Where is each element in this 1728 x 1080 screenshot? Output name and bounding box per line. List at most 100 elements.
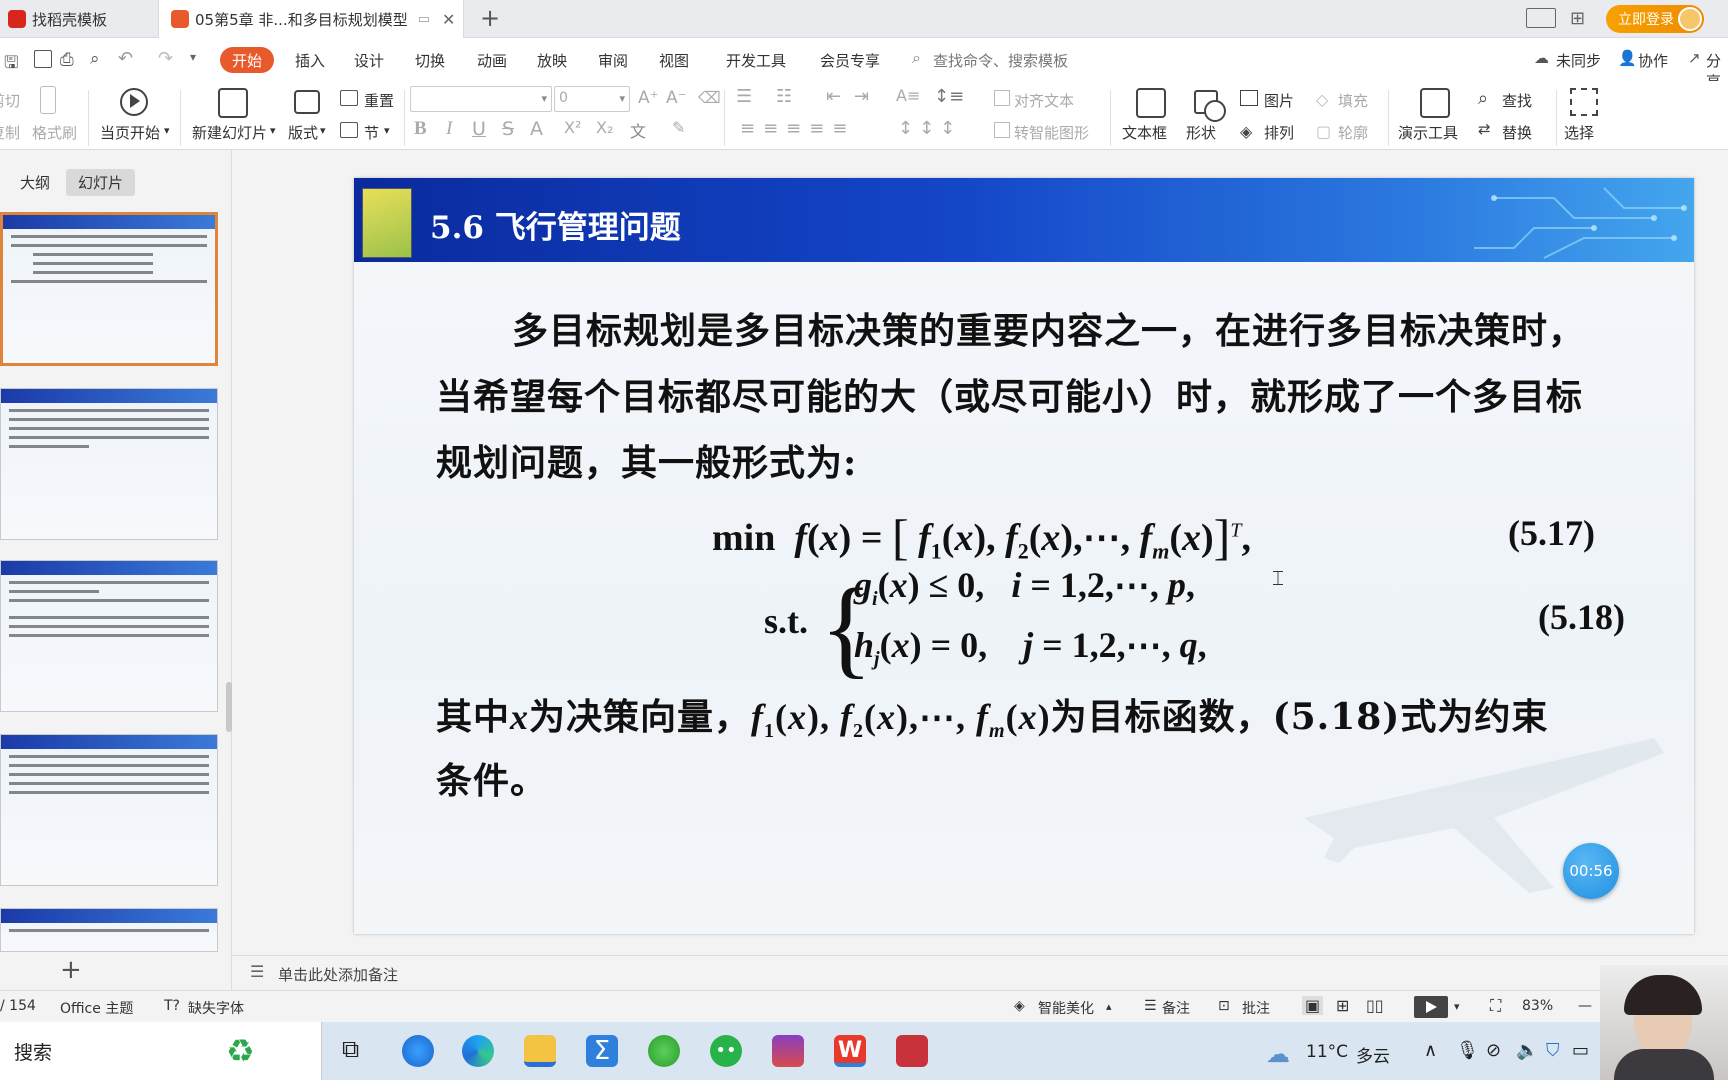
paragraph-align-icons[interactable]: ≡≡≡≡≡ — [740, 118, 855, 139]
normal-view-icon[interactable]: ▣ — [1302, 996, 1324, 1015]
export-icon[interactable] — [34, 50, 52, 68]
align-text-button[interactable]: 对齐文本 — [1014, 90, 1074, 111]
menu-insert[interactable]: 插入 — [295, 50, 325, 71]
play-slideshow-button[interactable] — [1414, 996, 1448, 1018]
slide-thumbnail[interactable] — [0, 560, 218, 712]
file-explorer-icon[interactable] — [524, 1035, 556, 1067]
slide-canvas[interactable]: 5.6 飞行管理问题 多目标规划是多目标决策的重要内容之一，在进行多目标决策时，… — [354, 178, 1694, 934]
format-painter-button[interactable]: 格式刷 — [32, 122, 77, 143]
play-from-current-button[interactable]: 当页开始 — [100, 122, 160, 143]
arrange-button[interactable]: 排列 — [1264, 122, 1294, 143]
sync-status[interactable]: 未同步 — [1556, 50, 1601, 71]
menu-view[interactable]: 视图 — [659, 50, 689, 71]
decrease-indent-icon[interactable]: ⇤ — [826, 86, 841, 107]
replace-button[interactable]: 替换 — [1502, 122, 1532, 143]
undo-icon[interactable]: ↶ — [118, 48, 133, 69]
menu-member[interactable]: 会员专享 — [820, 50, 880, 71]
weather-temp[interactable]: 11°C — [1306, 1042, 1348, 1062]
copy-button[interactable]: 复制 — [0, 122, 20, 143]
weather-condition[interactable]: 多云 — [1356, 1042, 1390, 1067]
recording-timer[interactable]: 00:56 — [1563, 843, 1619, 899]
picture-button[interactable]: 图片 — [1264, 90, 1294, 111]
reading-view-icon[interactable]: ▯▯ — [1366, 996, 1384, 1015]
highlight-icon[interactable]: ✎ — [672, 118, 685, 137]
presentation-tools-button[interactable]: 演示工具 — [1398, 122, 1458, 143]
chevron-down-icon[interactable]: ▾ — [1454, 1000, 1460, 1013]
battery-icon[interactable]: ▭ — [1572, 1040, 1589, 1061]
italic-icon[interactable]: I — [446, 118, 452, 140]
zoom-out-icon[interactable]: — — [1578, 998, 1592, 1014]
slide-thumbnail[interactable] — [0, 388, 218, 540]
save-icon[interactable]: 🖫 — [4, 50, 18, 79]
redo-icon[interactable]: ↷ — [158, 48, 173, 69]
fit-window-icon[interactable]: ⛶ — [1490, 996, 1501, 1016]
slide-sorter-icon[interactable]: ⊞ — [1336, 996, 1349, 1015]
section-button[interactable]: 节 — [364, 122, 379, 143]
zoom-level[interactable]: 83% — [1522, 998, 1553, 1014]
textbox-button[interactable]: 文本框 — [1122, 122, 1167, 143]
slide-thumbnail[interactable] — [0, 908, 218, 952]
layout-button[interactable]: 版式 — [288, 122, 318, 143]
tab-current-document[interactable]: 05第5章 非...和多目标规划模型 ▭ ✕ — [158, 0, 464, 38]
find-button[interactable]: 查找 — [1502, 90, 1532, 111]
phonetic-icon[interactable]: 文 — [630, 118, 646, 142]
winrar-icon[interactable] — [772, 1035, 804, 1067]
monitor-icon[interactable]: ▭ — [418, 12, 430, 27]
bold-icon[interactable]: B — [414, 118, 427, 140]
subscript-icon[interactable]: X₂ — [596, 118, 613, 137]
pdf-app-icon[interactable] — [896, 1035, 928, 1067]
command-search-input[interactable]: 查找命令、搜索模板 — [933, 50, 1068, 71]
tray-app-icon[interactable]: ⊘ — [1486, 1040, 1501, 1061]
spacing-icons[interactable]: ↕↕↕ — [898, 118, 961, 139]
ie-browser-icon[interactable] — [402, 1035, 434, 1067]
tab-docer-templates[interactable]: 找稻壳模板 — [8, 0, 154, 38]
font-color-icon[interactable]: A — [530, 118, 543, 140]
underline-icon[interactable]: U — [472, 118, 486, 140]
bullet-list-icon[interactable]: ☰ — [736, 86, 752, 107]
text-direction-icon[interactable]: A≡ — [896, 86, 920, 105]
strikethrough-icon[interactable]: S — [502, 118, 514, 140]
task-view-icon[interactable]: ⧉ — [342, 1035, 374, 1067]
fill-button[interactable]: 填充 — [1338, 90, 1368, 111]
menu-developer[interactable]: 开发工具 — [726, 50, 786, 71]
missing-font-button[interactable]: 缺失字体 — [188, 998, 244, 1018]
360-browser-icon[interactable] — [648, 1035, 680, 1067]
notes-toggle-button[interactable]: 备注 — [1162, 998, 1190, 1018]
increase-indent-icon[interactable]: ⇥ — [854, 86, 869, 107]
volume-icon[interactable]: 🔈 — [1516, 1040, 1538, 1061]
comment-button[interactable]: 批注 — [1242, 998, 1270, 1018]
outline-button[interactable]: 轮廓 — [1338, 122, 1368, 143]
print-icon[interactable]: ⎙ — [60, 50, 74, 70]
taskbar-search-input[interactable]: 搜索 ♻ — [0, 1022, 322, 1080]
menu-review[interactable]: 审阅 — [598, 50, 628, 71]
notes-placeholder[interactable]: 单击此处添加备注 — [278, 964, 398, 985]
notes-pane[interactable]: ☰ 单击此处添加备注 — [232, 955, 1728, 990]
tray-chevron-up-icon[interactable]: ∧ — [1424, 1040, 1437, 1061]
beautify-button[interactable]: 智能美化 — [1038, 998, 1094, 1018]
new-slide-button[interactable]: 新建幻灯片 — [192, 122, 267, 143]
collab-button[interactable]: 协作 — [1638, 50, 1668, 71]
select-button[interactable]: 选择 — [1564, 122, 1594, 143]
edge-browser-icon[interactable] — [462, 1035, 494, 1067]
clear-format-icon[interactable]: ⌫ — [698, 88, 721, 107]
grid-apps-icon[interactable]: ⊞ — [1570, 8, 1585, 29]
decrease-font-icon[interactable]: A⁻ — [666, 88, 687, 108]
wps-app-icon[interactable]: W — [834, 1035, 866, 1067]
menu-transitions[interactable]: 切换 — [415, 50, 445, 71]
menu-animations[interactable]: 动画 — [477, 50, 507, 71]
sigma-app-icon[interactable]: Σ — [586, 1035, 618, 1067]
superscript-icon[interactable]: X² — [564, 118, 581, 137]
increase-font-icon[interactable]: A⁺ — [638, 88, 659, 108]
panel-scrollbar[interactable] — [226, 682, 232, 732]
microphone-icon[interactable]: 🎙 — [1456, 1040, 1479, 1061]
menu-design[interactable]: 设计 — [354, 50, 384, 71]
quick-access-dropdown-icon[interactable]: ▾ — [190, 50, 196, 64]
new-tab-icon[interactable]: + — [480, 4, 500, 32]
login-button[interactable]: 立即登录 — [1606, 5, 1704, 33]
slide-thumbnail[interactable] — [0, 734, 218, 886]
font-size-select[interactable]: 0 ▾ — [554, 86, 630, 112]
menu-home[interactable]: 开始 — [220, 47, 274, 73]
close-tab-icon[interactable]: ✕ — [442, 10, 455, 29]
tab-outline[interactable]: 大纲 — [20, 172, 50, 193]
print-preview-icon[interactable]: ⌕ — [90, 49, 100, 69]
